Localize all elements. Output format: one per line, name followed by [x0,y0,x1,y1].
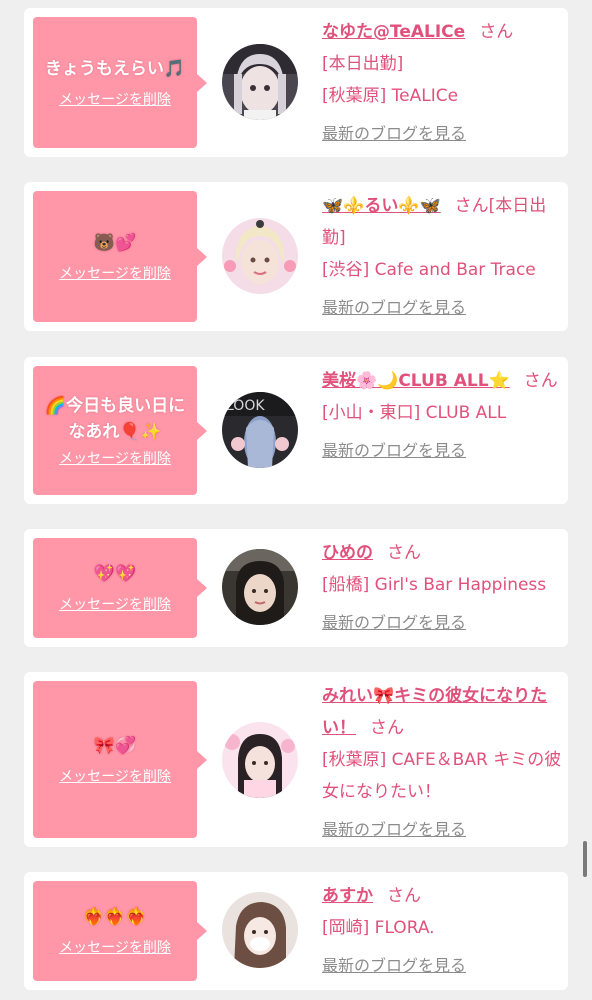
honorific: さん [387,886,421,906]
message-bubble: 💖💖 メッセージを削除 [33,538,207,638]
honorific: さん [523,371,558,391]
shop-line: [渋谷] Cafe and Bar Trace [322,260,536,280]
entry-info: あすか さん [岡崎] FLORA. 最新のブログを見る [322,880,562,982]
favorite-card: ❤️‍🔥❤️‍🔥❤️‍🔥 メッセージを削除 あすか さん [岡崎] FLORA. … [24,872,568,990]
entry-info: 美桜🌸🌙CLUB ALL⭐ さん [小山・東口] CLUB ALL 最新のブログを… [322,365,562,467]
avatar[interactable] [222,892,298,968]
latest-blog-link[interactable]: 最新のブログを見る [322,814,466,846]
honorific: さん [370,718,404,738]
message-bubble: 🎀💞 メッセージを削除 [33,681,207,838]
shop-line: [秋葉原] TeALICe [322,86,459,106]
favorite-card: きょうもえらい🎵 メッセージを削除 なゆた@TeALICe さん [本日出勤] [… [24,8,568,157]
latest-blog-link[interactable]: 最新のブログを見る [322,607,466,639]
honorific: さん [479,22,514,42]
shop-line: [岡崎] FLORA. [322,918,435,938]
info-line: [本日出勤] [322,54,404,74]
latest-blog-link[interactable]: 最新のブログを見る [322,118,466,150]
entry-info: ひめの さん [船橋] Girl's Bar Happiness 最新のブログを見… [322,537,562,639]
cast-name-link[interactable]: なゆた@TeALICe [322,22,465,42]
favorite-card: 💖💖 メッセージを削除 ひめの さん [船橋] Girl's Bar Happin… [24,529,568,647]
message-bubble: ❤️‍🔥❤️‍🔥❤️‍🔥 メッセージを削除 [33,881,207,981]
message-text: 🌈今日も良い日になあれ🎈✨ [44,395,186,442]
avatar[interactable] [222,722,298,798]
entry-info: 🦋⚜️るい⚜️🦋 さん[本日出勤] [渋谷] Cafe and Bar Trace… [322,190,562,324]
message-text: 🎀💞 [93,735,137,756]
delete-message-link[interactable]: メッセージを削除 [59,264,171,284]
favorite-card: 🐻💕 メッセージを削除 🦋⚜️るい⚜️🦋 さん[本日出勤] [渋谷] Cafe a… [24,182,568,331]
delete-message-link[interactable]: メッセージを削除 [59,449,171,469]
honorific: さん [387,543,421,563]
cast-name-link[interactable]: ひめの [322,543,373,563]
shop-line: [船橋] Girl's Bar Happiness [322,575,547,595]
cast-name-link[interactable]: あすか [322,886,373,906]
latest-blog-link[interactable]: 最新のブログを見る [322,292,466,324]
message-bubble: 🌈今日も良い日になあれ🎈✨ メッセージを削除 [33,366,207,495]
message-text: 💖💖 [93,564,137,584]
cast-name-link[interactable]: 🦋⚜️るい⚜️🦋 [322,196,441,216]
entry-info: みれい🎀キミの彼女になりたい！ さん [秋葉原] CAFE＆BAR キミの彼女にな… [322,680,562,846]
avatar[interactable]: LOOK [222,392,298,468]
scrollbar[interactable] [583,841,587,877]
latest-blog-link[interactable]: 最新のブログを見る [322,950,466,982]
message-text: 🐻💕 [93,232,137,253]
avatar[interactable] [222,218,298,294]
favorite-card: 🌈今日も良い日になあれ🎈✨ メッセージを削除 LOOK 美桜🌸🌙CLUB ALL… [24,357,568,504]
delete-message-link[interactable]: メッセージを削除 [59,90,171,110]
latest-blog-link[interactable]: 最新のブログを見る [322,435,466,467]
avatar[interactable] [222,44,298,120]
delete-message-link[interactable]: メッセージを削除 [59,767,171,787]
message-text: ❤️‍🔥❤️‍🔥❤️‍🔥 [83,907,147,927]
shop-line: [秋葉原] CAFE＆BAR キミの彼女になりたい！ [322,750,562,802]
favorite-card: 🎀💞 メッセージを削除 みれい🎀キミの彼女になりたい！ さん [秋葉原] CAFE… [24,672,568,847]
message-bubble: 🐻💕 メッセージを削除 [33,191,207,322]
message-text: きょうもえらい🎵 [44,58,186,79]
cast-name-link[interactable]: みれい🎀キミの彼女になりたい！ [322,686,547,738]
shop-line: [小山・東口] CLUB ALL [322,403,507,423]
cast-name-link[interactable]: 美桜🌸🌙CLUB ALL⭐ [322,371,510,391]
avatar[interactable] [222,549,298,625]
delete-message-link[interactable]: メッセージを削除 [59,938,171,958]
entry-info: なゆた@TeALICe さん [本日出勤] [秋葉原] TeALICe 最新のブロ… [322,16,562,150]
svg-text:LOOK: LOOK [226,398,265,414]
delete-message-link[interactable]: メッセージを削除 [59,595,171,615]
message-bubble: きょうもえらい🎵 メッセージを削除 [33,17,207,148]
